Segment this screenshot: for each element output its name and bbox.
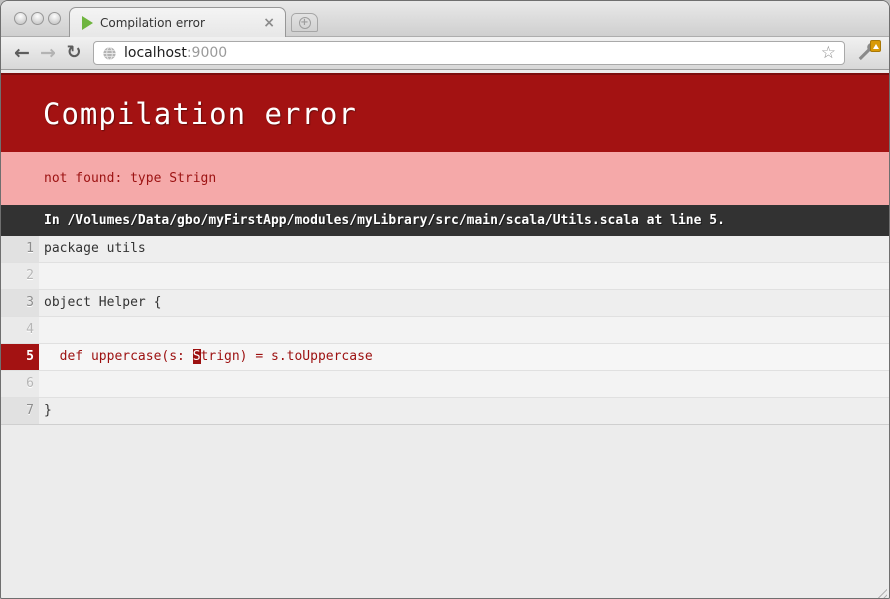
error-marker: S [193, 349, 201, 364]
window-minimize-button[interactable] [31, 12, 44, 25]
wrench-menu-button[interactable] [853, 41, 881, 65]
titlebar: Compilation error × + [1, 1, 889, 37]
error-location: In /Volumes/Data/gbo/myFirstApp/modules/… [1, 205, 889, 236]
browser-window: Compilation error × + ← → ↻ localhost :9… [0, 0, 890, 599]
code-post: trign) = s.toUppercase [201, 349, 373, 364]
globe-icon [102, 46, 117, 61]
window-controls [14, 12, 61, 25]
window-close-button[interactable] [14, 12, 27, 25]
resize-grip-icon[interactable] [872, 585, 887, 599]
line-number-error: 5 [1, 344, 39, 370]
error-message: not found: type Strign [1, 152, 889, 205]
new-tab-button[interactable]: + [291, 13, 318, 32]
url-port: :9000 [187, 45, 227, 61]
line-number: 3 [1, 290, 39, 316]
code-line: 6 [1, 371, 889, 398]
line-number: 2 [1, 263, 39, 289]
line-text: } [39, 398, 889, 424]
page-content: Compilation error not found: type Strign… [1, 73, 889, 599]
update-badge-icon [870, 40, 881, 52]
code-line: 1 package utils [1, 236, 889, 263]
line-number: 1 [1, 236, 39, 262]
forward-icon[interactable]: → [35, 44, 61, 63]
address-bar[interactable]: localhost :9000 ☆ [93, 41, 845, 65]
code-line: 4 [1, 317, 889, 344]
line-number: 6 [1, 371, 39, 397]
code-line-error: 5 def uppercase(s: Strign) = s.toUpperca… [1, 344, 889, 371]
line-number: 7 [1, 398, 39, 424]
error-header: Compilation error [1, 73, 889, 152]
bookmark-star-icon[interactable]: ☆ [821, 45, 836, 62]
line-text [39, 371, 889, 397]
line-text: package utils [39, 236, 889, 262]
code-line: 2 [1, 263, 889, 290]
page-title: Compilation error [43, 97, 889, 131]
line-number: 4 [1, 317, 39, 343]
source-code-listing: 1 package utils 2 3 object Helper { 4 5 … [1, 236, 889, 425]
code-line: 7 } [1, 398, 889, 425]
line-text: object Helper { [39, 290, 889, 316]
code-pre: def uppercase(s: [44, 349, 193, 364]
line-text [39, 263, 889, 289]
window-zoom-button[interactable] [48, 12, 61, 25]
reload-icon[interactable]: ↻ [61, 44, 87, 62]
tab-title: Compilation error [100, 16, 261, 30]
line-text [39, 317, 889, 343]
code-line: 3 object Helper { [1, 290, 889, 317]
line-text-error: def uppercase(s: Strign) = s.toUppercase [39, 344, 889, 370]
close-tab-icon[interactable]: × [261, 15, 277, 31]
play-favicon-icon [82, 16, 93, 30]
plus-icon: + [299, 17, 311, 29]
url-host: localhost [124, 45, 187, 61]
back-icon[interactable]: ← [9, 44, 35, 63]
navigation-toolbar: ← → ↻ localhost :9000 ☆ [1, 37, 889, 70]
browser-tab[interactable]: Compilation error × [69, 7, 286, 37]
